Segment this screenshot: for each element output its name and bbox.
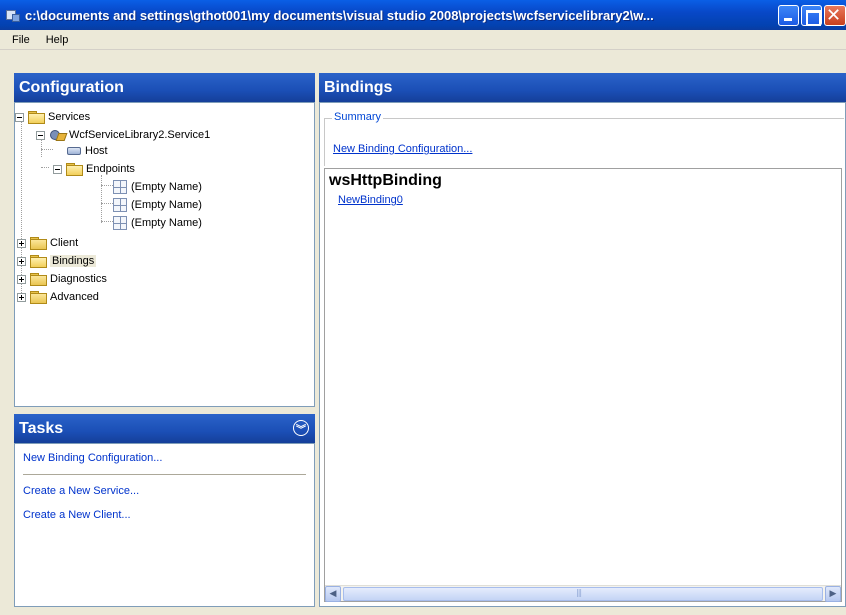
summary-group — [324, 118, 844, 166]
bindings-header-label: Bindings — [324, 78, 393, 96]
maximize-button[interactable] — [801, 5, 822, 26]
title-bar[interactable]: c:\documents and settings\gthot001\my do… — [0, 0, 846, 30]
endpoint-icon — [113, 198, 127, 212]
chevron-collapse-icon[interactable]: ︾ — [293, 420, 309, 436]
window-title: c:\documents and settings\gthot001\my do… — [25, 7, 654, 23]
task-create-new-client[interactable]: Create a New Client... — [15, 505, 314, 525]
tree-node-endpoint-2[interactable]: (Empty Name) — [113, 197, 202, 213]
scroll-right-icon[interactable]: ▶ — [825, 586, 841, 602]
tree-node-label: (Empty Name) — [131, 217, 202, 229]
task-create-new-service[interactable]: Create a New Service... — [15, 481, 314, 501]
tree-node-label: Bindings — [50, 255, 97, 267]
tree-node-diagnostics[interactable]: Diagnostics — [17, 271, 107, 287]
endpoint-icon — [113, 216, 127, 230]
menu-help[interactable]: Help — [38, 34, 77, 46]
task-separator — [23, 474, 306, 475]
folder-icon — [28, 111, 45, 124]
tree-node-host[interactable]: Host — [67, 143, 108, 159]
configuration-header: Configuration — [14, 73, 315, 102]
folder-icon — [30, 237, 47, 250]
collapse-icon[interactable] — [53, 164, 62, 174]
tree-node-label: Client — [50, 237, 79, 249]
tasks-header-label: Tasks — [19, 419, 64, 437]
horizontal-scrollbar[interactable]: ◀ ▶ — [325, 585, 841, 602]
folder-icon — [30, 291, 47, 304]
folder-icon — [30, 273, 47, 286]
tree-node-client[interactable]: Client — [17, 235, 78, 251]
service-icon — [49, 128, 65, 142]
tree-node-bindings[interactable]: Bindings — [17, 253, 97, 269]
bindings-header: Bindings — [319, 73, 846, 102]
menu-bar: File Help — [0, 30, 846, 50]
binding-item-link[interactable]: NewBinding0 — [338, 194, 403, 206]
tree-node-services[interactable]: Services — [15, 109, 90, 125]
host-icon — [67, 147, 81, 155]
new-binding-configuration-link[interactable]: New Binding Configuration... — [333, 143, 472, 155]
task-new-binding-configuration[interactable]: New Binding Configuration... — [15, 448, 314, 468]
tree-node-endpoint-1[interactable]: (Empty Name) — [113, 179, 202, 195]
tree-node-endpoint-3[interactable]: (Empty Name) — [113, 215, 202, 231]
collapse-icon[interactable] — [36, 130, 45, 140]
folder-icon — [66, 163, 83, 176]
tree-node-label: Endpoints — [86, 163, 135, 175]
scroll-left-icon[interactable]: ◀ — [325, 586, 341, 602]
configuration-header-label: Configuration — [19, 78, 124, 96]
tree-node-label: Diagnostics — [50, 273, 107, 285]
configuration-tree[interactable]: Services WcfServiceLibrary2.Service1 Hos… — [14, 102, 315, 407]
tree-node-label: (Empty Name) — [131, 199, 202, 211]
tree-node-label: Advanced — [50, 291, 99, 303]
menu-file[interactable]: File — [4, 34, 38, 46]
collapse-icon[interactable] — [15, 112, 24, 122]
tree-node-endpoints[interactable]: Endpoints — [53, 161, 135, 177]
close-button[interactable]: ✕ — [824, 5, 846, 26]
tree-node-label: WcfServiceLibrary2.Service1 — [69, 129, 211, 141]
minimize-button[interactable] — [778, 5, 799, 26]
tree-node-label: Host — [85, 145, 108, 157]
close-icon: ✕ — [826, 5, 842, 26]
endpoint-icon — [113, 180, 127, 194]
bindings-list[interactable] — [324, 168, 842, 602]
tasks-header[interactable]: Tasks ︾ — [14, 414, 315, 443]
summary-legend: Summary — [332, 111, 384, 123]
tasks-panel: New Binding Configuration... Create a Ne… — [14, 443, 315, 607]
tree-node-advanced[interactable]: Advanced — [17, 289, 99, 305]
app-icon[interactable] — [5, 7, 21, 23]
binding-type-heading: wsHttpBinding — [329, 172, 442, 189]
expand-icon[interactable] — [17, 256, 26, 266]
expand-icon[interactable] — [17, 292, 26, 302]
scroll-thumb[interactable] — [343, 587, 823, 601]
expand-icon[interactable] — [17, 238, 26, 248]
tree-node-label: (Empty Name) — [131, 181, 202, 193]
tree-node-service1[interactable]: WcfServiceLibrary2.Service1 — [36, 127, 210, 143]
tree-node-label: Services — [48, 111, 91, 123]
folder-icon — [30, 255, 47, 268]
expand-icon[interactable] — [17, 274, 26, 284]
